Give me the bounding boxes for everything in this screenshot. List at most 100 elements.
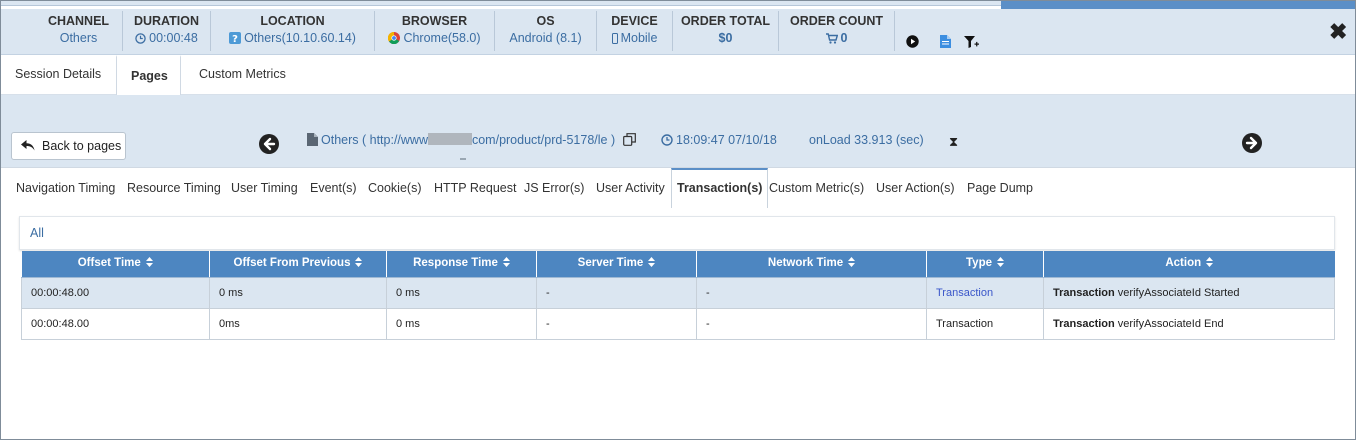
order-total-label: ORDER TOTAL — [680, 14, 771, 28]
cell-server-time: - — [536, 307, 697, 340]
cell-action: Transaction verifyAssociateId Started — [1043, 276, 1335, 309]
detail-tab-bar: Navigation Timing Resource Timing User T… — [1, 168, 1355, 208]
device-value: Mobile — [620, 31, 658, 45]
mobile-icon — [611, 33, 618, 44]
location-value-wrap: ? Others(10.10.60.14) — [211, 30, 374, 46]
column-label: Network Time — [767, 257, 844, 270]
top-strip-fill — [1001, 1, 1355, 9]
cell-network-time: - — [696, 276, 927, 309]
tab-user-timing[interactable]: User Timing — [231, 168, 298, 208]
cell-offset-time: 00:00:48.00 — [21, 307, 210, 340]
os-value: Android (8.1) — [509, 31, 582, 45]
page-time-value: 18:09:47 07/10/18 — [676, 133, 777, 147]
filter-add-icon[interactable] — [964, 35, 979, 52]
duration-column: DURATION 00:00:48 — [123, 11, 211, 51]
tab-cookies[interactable]: Cookie(s) — [368, 168, 422, 208]
cell-response-time: 0 ms — [386, 276, 537, 309]
tab-custom-metric[interactable]: Custom Metric(s) — [769, 168, 864, 208]
page-url-suffix: com/product/prd-5178/le ) — [471, 133, 616, 147]
tab-user-activity[interactable]: User Activity — [596, 168, 665, 208]
sort-icon — [145, 257, 153, 270]
tab-navigation-timing[interactable]: Navigation Timing — [16, 168, 115, 208]
cell-offset-previous: 0ms — [209, 307, 387, 340]
duration-label: DURATION — [133, 14, 200, 28]
column-header-action[interactable]: Action — [1043, 251, 1335, 278]
channel-label: CHANNEL — [47, 14, 110, 28]
play-circle-icon[interactable] — [906, 35, 919, 51]
column-header-response-time[interactable]: Response Time — [386, 251, 537, 278]
tab-custom-metrics[interactable]: Custom Metrics — [185, 55, 300, 95]
duration-value: 00:00:48 — [149, 31, 198, 45]
document-icon[interactable] — [940, 35, 951, 51]
cell-type: Transaction — [926, 276, 1044, 309]
type-link[interactable]: Transaction — [936, 287, 993, 299]
browser-value-wrap: Chrome(58.0) — [375, 30, 494, 46]
hourglass-icon: ⧗ — [949, 134, 959, 149]
column-header-server-time[interactable]: Server Time — [536, 251, 697, 278]
sort-icon — [355, 257, 363, 270]
table-header-row: Offset Time Offset From Previous Respons… — [21, 251, 1335, 278]
redacted-domain — [427, 133, 472, 145]
cell-offset-previous: 0 ms — [209, 276, 387, 309]
page-timestamp: 18:09:47 07/10/18 — [661, 133, 777, 147]
order-count-value: 0 — [840, 31, 848, 45]
cell-type: Transaction — [926, 307, 1044, 340]
tab-js-errors[interactable]: JS Error(s) — [524, 168, 584, 208]
previous-page-icon[interactable] — [259, 134, 279, 154]
order-count-value-wrap: 0 — [779, 30, 894, 46]
column-label: Offset Time — [77, 257, 141, 270]
tab-session-details[interactable]: Session Details — [1, 55, 115, 95]
page-detail-area: Back to pages Others ( http://www com/pro… — [1, 95, 1355, 439]
copy-icon[interactable] — [622, 133, 636, 146]
tab-page-dump[interactable]: Page Dump — [967, 168, 1033, 208]
column-header-offset-from-previous[interactable]: Offset From Previous — [209, 251, 387, 278]
tab-user-actions[interactable]: User Action(s) — [876, 168, 955, 208]
browser-column: BROWSER Chrome(58.0) — [375, 11, 495, 51]
os-column: OS Android (8.1) — [495, 11, 597, 51]
column-header-network-time[interactable]: Network Time — [696, 251, 927, 278]
column-header-type[interactable]: Type — [926, 251, 1044, 278]
cell-network-time: - — [696, 307, 927, 340]
clock-icon — [661, 134, 673, 146]
tab-pages[interactable]: Pages — [116, 55, 181, 95]
collapse-handle[interactable] — [460, 158, 466, 160]
channel-value: Others — [59, 31, 98, 45]
column-header-offset-time[interactable]: Offset Time — [21, 251, 210, 278]
clock-icon — [135, 33, 146, 44]
page-url: Others ( http://www com/product/prd-5178/… — [307, 133, 639, 147]
sort-icon — [648, 257, 656, 270]
sort-icon — [502, 257, 510, 270]
session-summary-header: CHANNEL Others DURATION 00:00:48 LOCATIO… — [1, 9, 1355, 55]
page-detail-panel: Navigation Timing Resource Timing User T… — [1, 167, 1355, 439]
reply-arrow-icon — [21, 140, 35, 151]
onload-time: onLoad 33.913 (sec) — [809, 133, 924, 147]
page-url-prefix: Others ( http://www — [321, 133, 428, 147]
sort-icon — [997, 257, 1004, 270]
session-detail-window: CHANNEL Others DURATION 00:00:48 LOCATIO… — [0, 0, 1356, 440]
transactions-table-container: All Offset Time Offset From Previous Res… — [19, 216, 1335, 396]
column-label: Action — [1165, 257, 1202, 270]
device-column: DEVICE Mobile — [597, 11, 673, 51]
tab-http-request[interactable]: HTTP Request — [434, 168, 516, 208]
filter-all-link[interactable]: All — [30, 226, 44, 240]
channel-column: CHANNEL Others — [35, 11, 123, 51]
file-icon — [307, 133, 318, 146]
table-row[interactable]: 00:00:48.00 0ms 0 ms - - Transaction Tra… — [21, 307, 1335, 340]
svg-text:?: ? — [232, 34, 238, 44]
tab-events[interactable]: Event(s) — [310, 168, 357, 208]
order-total-column: ORDER TOTAL $0 — [673, 11, 779, 51]
action-kind: Transaction — [1053, 317, 1115, 330]
tab-transactions[interactable]: Transaction(s) — [671, 168, 769, 208]
order-count-label: ORDER COUNT — [789, 14, 884, 28]
back-to-pages-button[interactable]: Back to pages — [11, 132, 126, 160]
tab-resource-timing[interactable]: Resource Timing — [127, 168, 221, 208]
table-row[interactable]: 00:00:48.00 0 ms 0 ms - - Transaction Tr… — [21, 276, 1335, 309]
column-label: Response Time — [413, 257, 498, 270]
browser-label: BROWSER — [401, 14, 468, 28]
location-column: LOCATION ? Others(10.10.60.14) — [211, 11, 375, 51]
next-page-icon[interactable] — [1242, 133, 1262, 153]
column-label: Server Time — [577, 257, 644, 270]
column-label: Type — [966, 257, 992, 270]
page-navigation-bar: Back to pages Others ( http://www com/pro… — [1, 95, 1355, 167]
close-icon[interactable]: ✖ — [1329, 21, 1347, 43]
